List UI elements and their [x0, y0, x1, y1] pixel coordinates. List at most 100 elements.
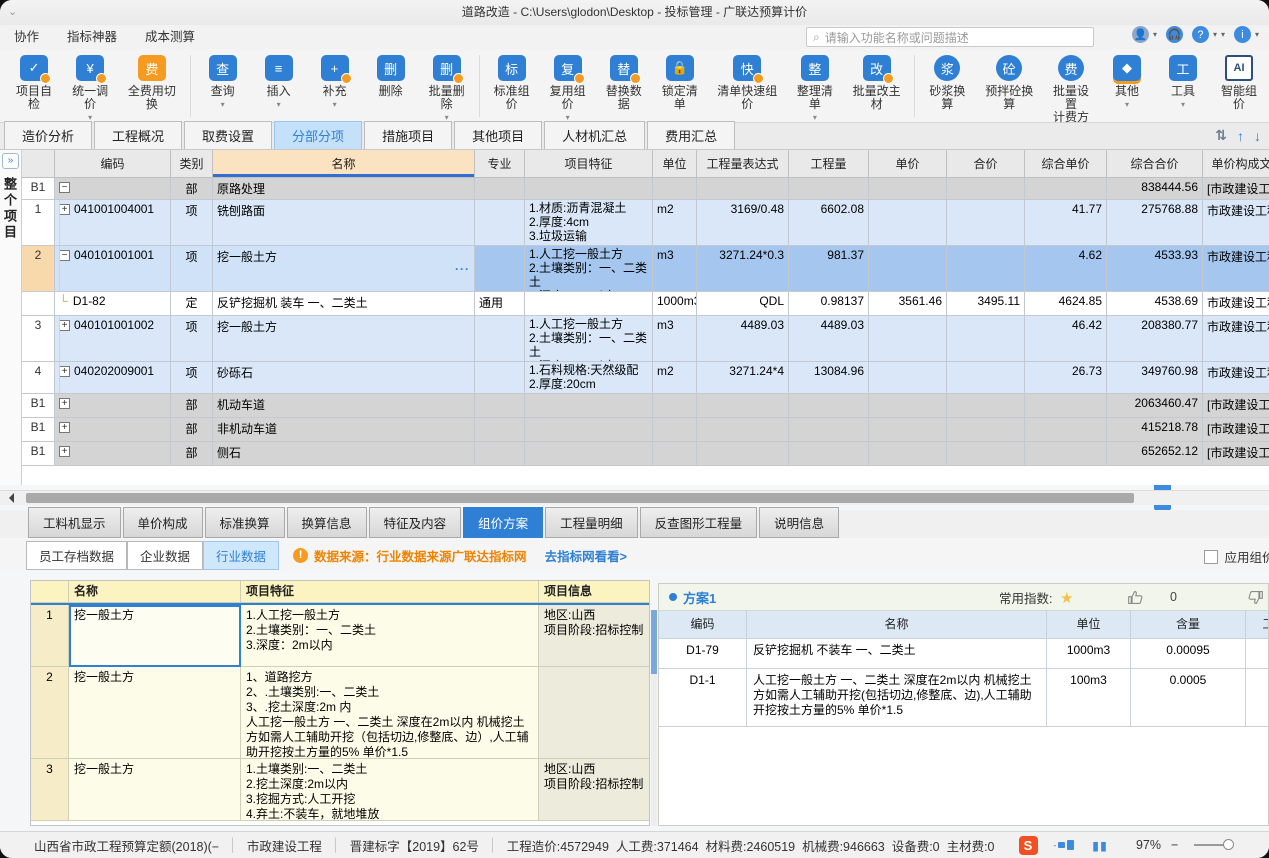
tab-人材机汇总[interactable]: 人材机汇总: [544, 121, 645, 149]
scheme-row[interactable]: 1挖一般土方1.人工挖一般土方 2.土壤类别：一、二类土 3.深度：2m以内地区…: [31, 603, 649, 667]
scheme-row[interactable]: 2挖一般土方1、道路挖方 2、.土壤类别:一、二类土 3、.挖土深度:2m 内 …: [31, 667, 649, 759]
quota-row[interactable]: D1-1人工挖一般土方 一、二类土 深度在2m以内 机械挖土方如需人工辅助开挖(…: [659, 669, 1269, 727]
zoom-slider-knob[interactable]: [1223, 839, 1234, 850]
table-row[interactable]: 1+041001004001项铣刨路面1.材质:沥青混凝土 2.厚度:4cm 3…: [22, 200, 1269, 246]
scrollbar-thumb[interactable]: [26, 493, 1134, 503]
scroll-left-arrow[interactable]: [4, 493, 14, 503]
apply-pricing-checkbox[interactable]: 应用组价取: [1204, 547, 1269, 566]
toolbar-button-插入[interactable]: ≡插入▾: [251, 55, 307, 108]
toolbar-button-整理清单[interactable]: 整整理清单▾: [787, 55, 843, 121]
dropdown-caret-icon[interactable]: ▾: [333, 100, 337, 108]
tab-造价分析[interactable]: 造价分析: [4, 121, 92, 149]
horizontal-scrollbar[interactable]: [0, 490, 1269, 505]
dropdown-caret-icon[interactable]: ▾: [1221, 30, 1225, 39]
column-header-项目特征[interactable]: 项目特征: [525, 150, 653, 178]
column-header-单价[interactable]: 单价: [869, 150, 947, 178]
tab-工程概况[interactable]: 工程概况: [94, 121, 182, 149]
dropdown-caret-icon[interactable]: ▾: [1153, 30, 1157, 39]
toolbar-button-锁定清单[interactable]: 🔒锁定清单: [652, 55, 708, 121]
detail-tab-单价构成[interactable]: 单价构成: [123, 507, 203, 538]
toolbar-button-删除[interactable]: 删删除: [363, 55, 419, 108]
column-header-编码[interactable]: 编码: [55, 150, 171, 178]
dropdown-caret-icon[interactable]: ▾: [813, 113, 817, 121]
toolbar-button-替换数据[interactable]: 替替换数据: [596, 55, 652, 121]
layout-toggle-icon[interactable]: -: [1054, 840, 1075, 850]
toolbar-button-智能组价[interactable]: AI智能组价: [1211, 55, 1267, 121]
toolbar-button-项目自检[interactable]: ✓项目自检: [6, 55, 62, 121]
expand-panel-button[interactable]: »: [2, 153, 19, 169]
detail-tab-换算信息[interactable]: 换算信息: [287, 507, 367, 538]
thumbs-down-icon[interactable]: [1247, 589, 1264, 606]
column-header-类别[interactable]: 类别: [171, 150, 213, 178]
table-row[interactable]: └ D1-82定反铲挖掘机 装车 一、二类土通用1000m3QDL0.98137…: [22, 292, 1269, 316]
subtab-企业数据[interactable]: 企业数据: [127, 541, 203, 570]
toolbar-button-查询[interactable]: 查查询▾: [195, 55, 251, 108]
dropdown-caret-icon[interactable]: ▾: [445, 113, 449, 121]
column-header-专业[interactable]: 专业: [475, 150, 525, 178]
table-row[interactable]: 4+040202009001项砂砾石1.石料规格:天然级配 2.厚度:20cmm…: [22, 362, 1269, 394]
glodon-logo-icon[interactable]: S: [1019, 836, 1038, 855]
quota-row[interactable]: D1-79反铲挖掘机 不装车 一、二类土1000m30.00095: [659, 639, 1269, 669]
expand-toggle-icon[interactable]: +: [59, 366, 70, 377]
column-header-num[interactable]: [22, 150, 55, 178]
toolbar-button-复用组价[interactable]: 复复用组价▾: [540, 55, 596, 121]
expand-toggle-icon[interactable]: +: [59, 204, 70, 215]
toolbar-button-标准组价[interactable]: 标标准组价: [484, 55, 540, 121]
column-header-综合单价[interactable]: 综合单价: [1025, 150, 1107, 178]
headset-icon[interactable]: 🎧: [1166, 26, 1183, 43]
toolbar-button-清单快速组价[interactable]: 快清单快速组价: [708, 55, 787, 121]
column-header-综合合价[interactable]: 综合合价: [1107, 150, 1203, 178]
star-icon[interactable]: ★: [1060, 590, 1073, 607]
column-header-单位[interactable]: 单位: [653, 150, 697, 178]
tab-费用汇总[interactable]: 费用汇总: [647, 121, 735, 149]
table-row[interactable]: B1+部机动车道2063460.47[市政建设工程]: [22, 394, 1269, 418]
menu-item-协作[interactable]: 协作: [0, 25, 53, 49]
detail-tab-工料机显示[interactable]: 工料机显示: [28, 507, 121, 538]
dropdown-caret-icon[interactable]: ▾: [1255, 30, 1259, 39]
toolbar-button-其他[interactable]: ◆其他▾: [1099, 55, 1155, 108]
detail-tab-标准换算[interactable]: 标准换算: [205, 507, 285, 538]
subtab-行业数据[interactable]: 行业数据: [203, 541, 279, 570]
checkbox-icon[interactable]: [1204, 550, 1218, 564]
project-tree-label[interactable]: 整个项目: [0, 177, 21, 241]
detail-tab-工程量明细[interactable]: 工程量明细: [545, 507, 638, 538]
detail-tab-反查图形工程量[interactable]: 反查图形工程量: [640, 507, 758, 538]
left-table-scrollbar[interactable]: [651, 610, 657, 826]
move-up-icon[interactable]: ↑: [1237, 128, 1244, 144]
detail-tab-组价方案[interactable]: 组价方案: [463, 507, 543, 538]
expand-toggle-icon[interactable]: −: [59, 250, 70, 261]
detail-tab-特征及内容[interactable]: 特征及内容: [369, 507, 462, 538]
zoom-out-button[interactable]: −: [1171, 838, 1178, 852]
dropdown-caret-icon[interactable]: ▾: [1181, 100, 1185, 108]
move-down-icon[interactable]: ↓: [1254, 128, 1261, 144]
expand-toggle-icon[interactable]: +: [59, 422, 70, 433]
table-row[interactable]: 2−040101001001项挖一般土方···1.人工挖一般土方 2.土壤类别：…: [22, 246, 1269, 292]
column-header-单价构成文件[interactable]: 单价构成文件: [1203, 150, 1269, 178]
toolbar-button-砂浆换算[interactable]: 浆砂浆换算: [919, 55, 975, 121]
detail-tab-说明信息[interactable]: 说明信息: [759, 507, 839, 538]
expand-toggle-icon[interactable]: +: [59, 446, 70, 457]
column-header-合价[interactable]: 合价: [947, 150, 1025, 178]
expand-toggle-icon[interactable]: +: [59, 320, 70, 331]
tab-其他项目[interactable]: 其他项目: [454, 121, 542, 149]
goto-index-site-link[interactable]: 去指标网看看>: [545, 546, 627, 565]
dropdown-caret-icon[interactable]: ▾: [566, 113, 570, 121]
dropdown-caret-icon[interactable]: ▾: [221, 100, 225, 108]
tab-措施项目[interactable]: 措施项目: [364, 121, 452, 149]
info-icon[interactable]: i: [1234, 26, 1251, 43]
dropdown-caret-icon[interactable]: ▾: [1125, 100, 1129, 108]
table-row[interactable]: B1+部侧石652652.12[市政建设工程]: [22, 442, 1269, 466]
dropdown-caret-icon[interactable]: ▾: [277, 100, 281, 108]
thumbs-up-icon[interactable]: [1127, 589, 1144, 606]
tab-取费设置[interactable]: 取费设置: [184, 121, 272, 149]
expand-toggle-icon[interactable]: −: [59, 182, 70, 193]
more-options-button[interactable]: ···: [455, 262, 470, 276]
table-row[interactable]: B1−部原路处理838444.56[市政建设工程]: [22, 178, 1269, 200]
expand-toggle-icon[interactable]: +: [59, 398, 70, 409]
toolbar-button-全费用切换[interactable]: 费全费用切换: [118, 55, 186, 121]
dropdown-caret-icon[interactable]: ▾: [1213, 30, 1217, 39]
scheme-title[interactable]: 方案1: [683, 588, 716, 607]
quick-access-icon[interactable]: ⌄: [8, 0, 17, 25]
tab-分部分项[interactable]: 分部分项: [274, 121, 362, 149]
user-avatar-icon[interactable]: 👤: [1132, 26, 1149, 43]
